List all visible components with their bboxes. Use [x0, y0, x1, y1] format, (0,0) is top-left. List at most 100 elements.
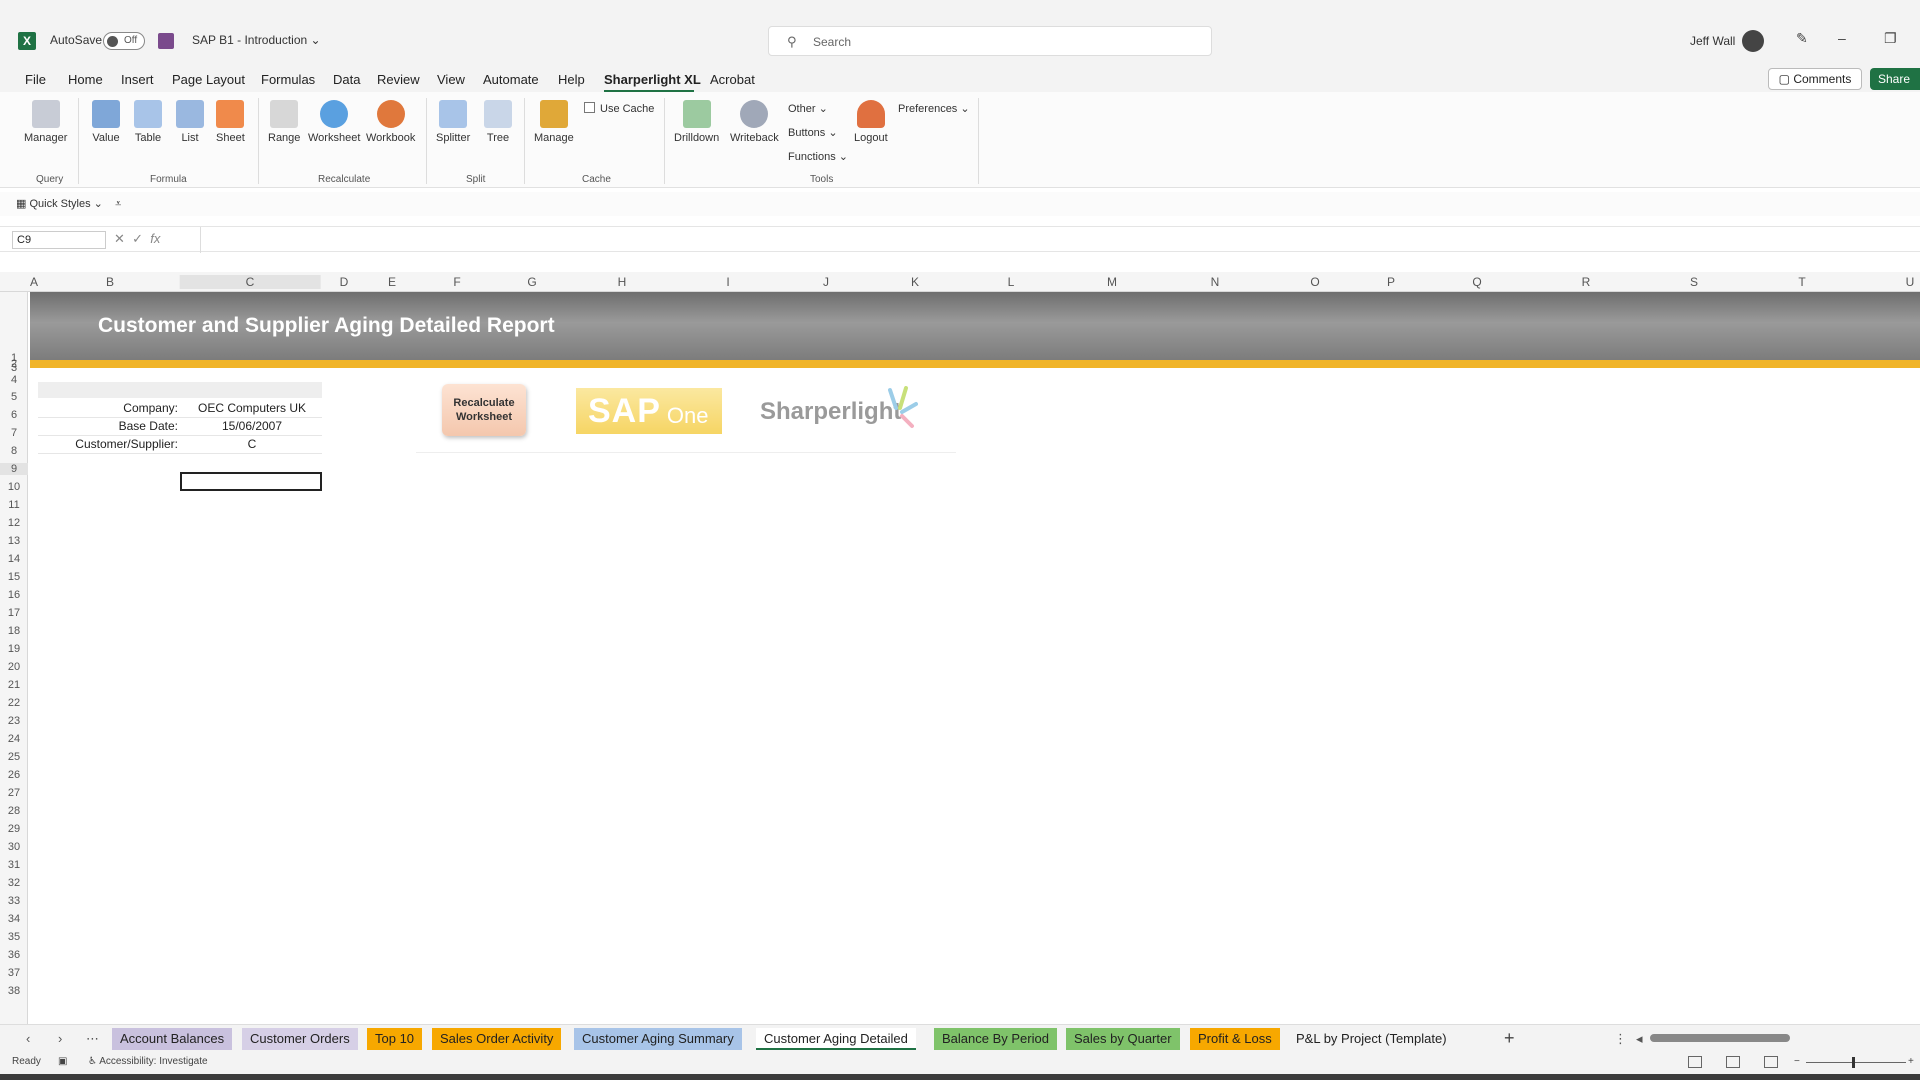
- row-header[interactable]: 25: [0, 751, 28, 763]
- sheet-button[interactable]: Sheet: [216, 100, 245, 144]
- column-header[interactable]: K: [911, 275, 919, 289]
- sheet-tab-profit-loss[interactable]: Profit & Loss: [1190, 1028, 1280, 1050]
- document-title[interactable]: SAP B1 - Introduction ⌄: [192, 33, 321, 47]
- manage-button[interactable]: Manage: [534, 100, 574, 144]
- menu-file[interactable]: File: [25, 72, 46, 87]
- sheet-tab-account-balances[interactable]: Account Balances: [112, 1028, 233, 1050]
- column-header[interactable]: Q: [1472, 275, 1481, 289]
- tree-button[interactable]: Tree: [484, 100, 512, 144]
- menu-view[interactable]: View: [437, 72, 465, 87]
- cancel-icon[interactable]: ✕: [114, 231, 125, 246]
- splitter-button[interactable]: Splitter: [436, 100, 470, 144]
- row-header[interactable]: 13: [0, 535, 28, 547]
- zoom-slider-thumb[interactable]: [1852, 1057, 1855, 1068]
- row-header[interactable]: 19: [0, 643, 28, 655]
- avatar[interactable]: [1742, 30, 1764, 52]
- row-header[interactable]: 6: [0, 409, 28, 421]
- row-header[interactable]: 5: [0, 391, 28, 403]
- row-header[interactable]: 27: [0, 787, 28, 799]
- column-header[interactable]: F: [453, 275, 460, 289]
- row-header[interactable]: 16: [0, 589, 28, 601]
- more-sheets-icon[interactable]: ⋯: [86, 1031, 99, 1047]
- row-header[interactable]: 18: [0, 625, 28, 637]
- menu-acrobat[interactable]: Acrobat: [710, 72, 755, 87]
- drilldown-button[interactable]: Drilldown: [674, 100, 719, 144]
- row-header[interactable]: 36: [0, 949, 28, 961]
- worksheet-button[interactable]: Worksheet: [308, 100, 360, 144]
- row-header[interactable]: 35: [0, 931, 28, 943]
- menu-automate[interactable]: Automate: [483, 72, 539, 87]
- zoom-in-icon[interactable]: +: [1908, 1056, 1914, 1067]
- macro-record-icon[interactable]: ▣: [58, 1056, 67, 1067]
- writeback-button[interactable]: Writeback: [730, 100, 779, 144]
- preferences-dropdown[interactable]: Preferences ⌄: [898, 102, 970, 115]
- column-header[interactable]: E: [388, 275, 396, 289]
- customer-supplier-value[interactable]: C: [182, 437, 322, 451]
- functions-dropdown[interactable]: Functions ⌄: [788, 150, 848, 163]
- customize-icon[interactable]: ⩡: [115, 198, 121, 210]
- formula-input[interactable]: [200, 227, 1920, 253]
- menu-sharperlight-xl[interactable]: Sharperlight XL: [604, 72, 701, 87]
- row-header[interactable]: 7: [0, 427, 28, 439]
- table-button[interactable]: Table: [134, 100, 162, 144]
- menu-formulas[interactable]: Formulas: [261, 72, 315, 87]
- value-button[interactable]: Value: [92, 100, 120, 144]
- row-header[interactable]: 11: [0, 499, 28, 511]
- column-header[interactable]: R: [1582, 275, 1591, 289]
- menu-insert[interactable]: Insert: [121, 72, 154, 87]
- row-header[interactable]: 33: [0, 895, 28, 907]
- list-button[interactable]: List: [176, 100, 204, 144]
- row-header[interactable]: 26: [0, 769, 28, 781]
- normal-view-icon[interactable]: [1688, 1056, 1702, 1068]
- row-header[interactable]: 30: [0, 841, 28, 853]
- quick-styles-button[interactable]: ▦ Quick Styles ⌄ ⩡: [16, 197, 121, 211]
- company-value[interactable]: OEC Computers UK: [182, 401, 322, 415]
- menu-help[interactable]: Help: [558, 72, 585, 87]
- share-button[interactable]: Share: [1870, 68, 1920, 90]
- row-header[interactable]: 28: [0, 805, 28, 817]
- sheet-tab-balance-by-period[interactable]: Balance By Period: [934, 1028, 1057, 1050]
- column-header[interactable]: B: [106, 275, 114, 289]
- accessibility-status[interactable]: ♿ Accessibility: Investigate: [88, 1056, 208, 1067]
- comments-button[interactable]: ▢ Comments: [1768, 68, 1862, 90]
- page-layout-view-icon[interactable]: [1726, 1056, 1740, 1068]
- page-break-view-icon[interactable]: [1764, 1056, 1778, 1068]
- row-header[interactable]: 4: [0, 374, 28, 386]
- row-header[interactable]: 38: [0, 985, 28, 997]
- column-header[interactable]: L: [1008, 275, 1015, 289]
- autosave-toggle[interactable]: Off: [103, 32, 145, 50]
- scroll-left-icon[interactable]: ◂: [1636, 1031, 1643, 1047]
- search-box[interactable]: ⚲ Search: [768, 26, 1212, 56]
- logout-button[interactable]: Logout: [854, 100, 888, 144]
- row-header[interactable]: 21: [0, 679, 28, 691]
- row-header[interactable]: 3: [0, 362, 28, 374]
- row-header[interactable]: 15: [0, 571, 28, 583]
- row-header[interactable]: 14: [0, 553, 28, 565]
- row-header[interactable]: 9: [0, 463, 28, 475]
- next-sheet-icon[interactable]: ›: [58, 1031, 62, 1046]
- column-header[interactable]: T: [1798, 275, 1805, 289]
- column-header[interactable]: I: [726, 275, 729, 289]
- horizontal-scrollbar[interactable]: [1650, 1034, 1790, 1042]
- zoom-slider[interactable]: [1806, 1062, 1906, 1063]
- row-header[interactable]: 22: [0, 697, 28, 709]
- enter-icon[interactable]: ✓: [132, 231, 143, 246]
- user-name[interactable]: Jeff Wall: [1690, 34, 1735, 48]
- row-header[interactable]: 32: [0, 877, 28, 889]
- column-header[interactable]: D: [340, 275, 349, 289]
- zoom-out-icon[interactable]: −: [1794, 1056, 1800, 1067]
- column-header[interactable]: M: [1107, 275, 1117, 289]
- column-header[interactable]: U: [1906, 275, 1915, 289]
- row-header[interactable]: 23: [0, 715, 28, 727]
- sheet-tab-sales-order-activity[interactable]: Sales Order Activity: [432, 1028, 562, 1050]
- menu-home[interactable]: Home: [68, 72, 103, 87]
- row-header[interactable]: 34: [0, 913, 28, 925]
- row-header[interactable]: 10: [0, 481, 28, 493]
- tab-options-icon[interactable]: ⋮: [1614, 1031, 1627, 1047]
- column-header[interactable]: P: [1387, 275, 1395, 289]
- other-dropdown[interactable]: Other ⌄: [788, 102, 828, 115]
- row-header[interactable]: 24: [0, 733, 28, 745]
- prev-sheet-icon[interactable]: ‹: [26, 1031, 30, 1046]
- sheet-tab-customer-orders[interactable]: Customer Orders: [242, 1028, 358, 1050]
- menu-page-layout[interactable]: Page Layout: [172, 72, 245, 87]
